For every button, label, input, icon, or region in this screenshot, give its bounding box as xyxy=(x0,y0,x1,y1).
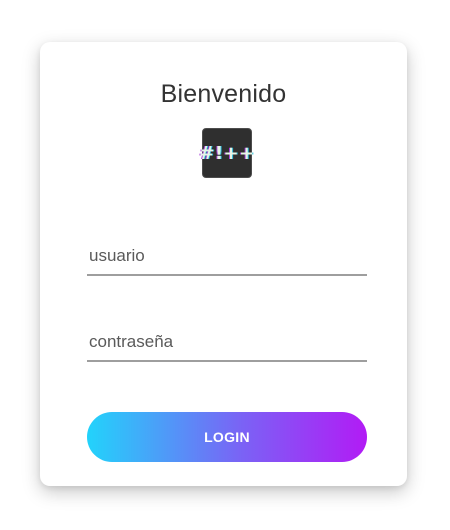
app-logo-text: #!++ xyxy=(199,142,255,164)
password-input[interactable] xyxy=(87,324,367,360)
username-input[interactable] xyxy=(87,238,367,274)
login-button[interactable]: LOGIN xyxy=(87,412,367,462)
password-field-wrapper xyxy=(87,324,367,362)
login-card: Bienvenido #!++ LOGIN xyxy=(40,42,407,486)
welcome-title: Bienvenido xyxy=(160,80,287,108)
app-logo: #!++ xyxy=(199,128,255,178)
username-field-wrapper xyxy=(87,238,367,276)
